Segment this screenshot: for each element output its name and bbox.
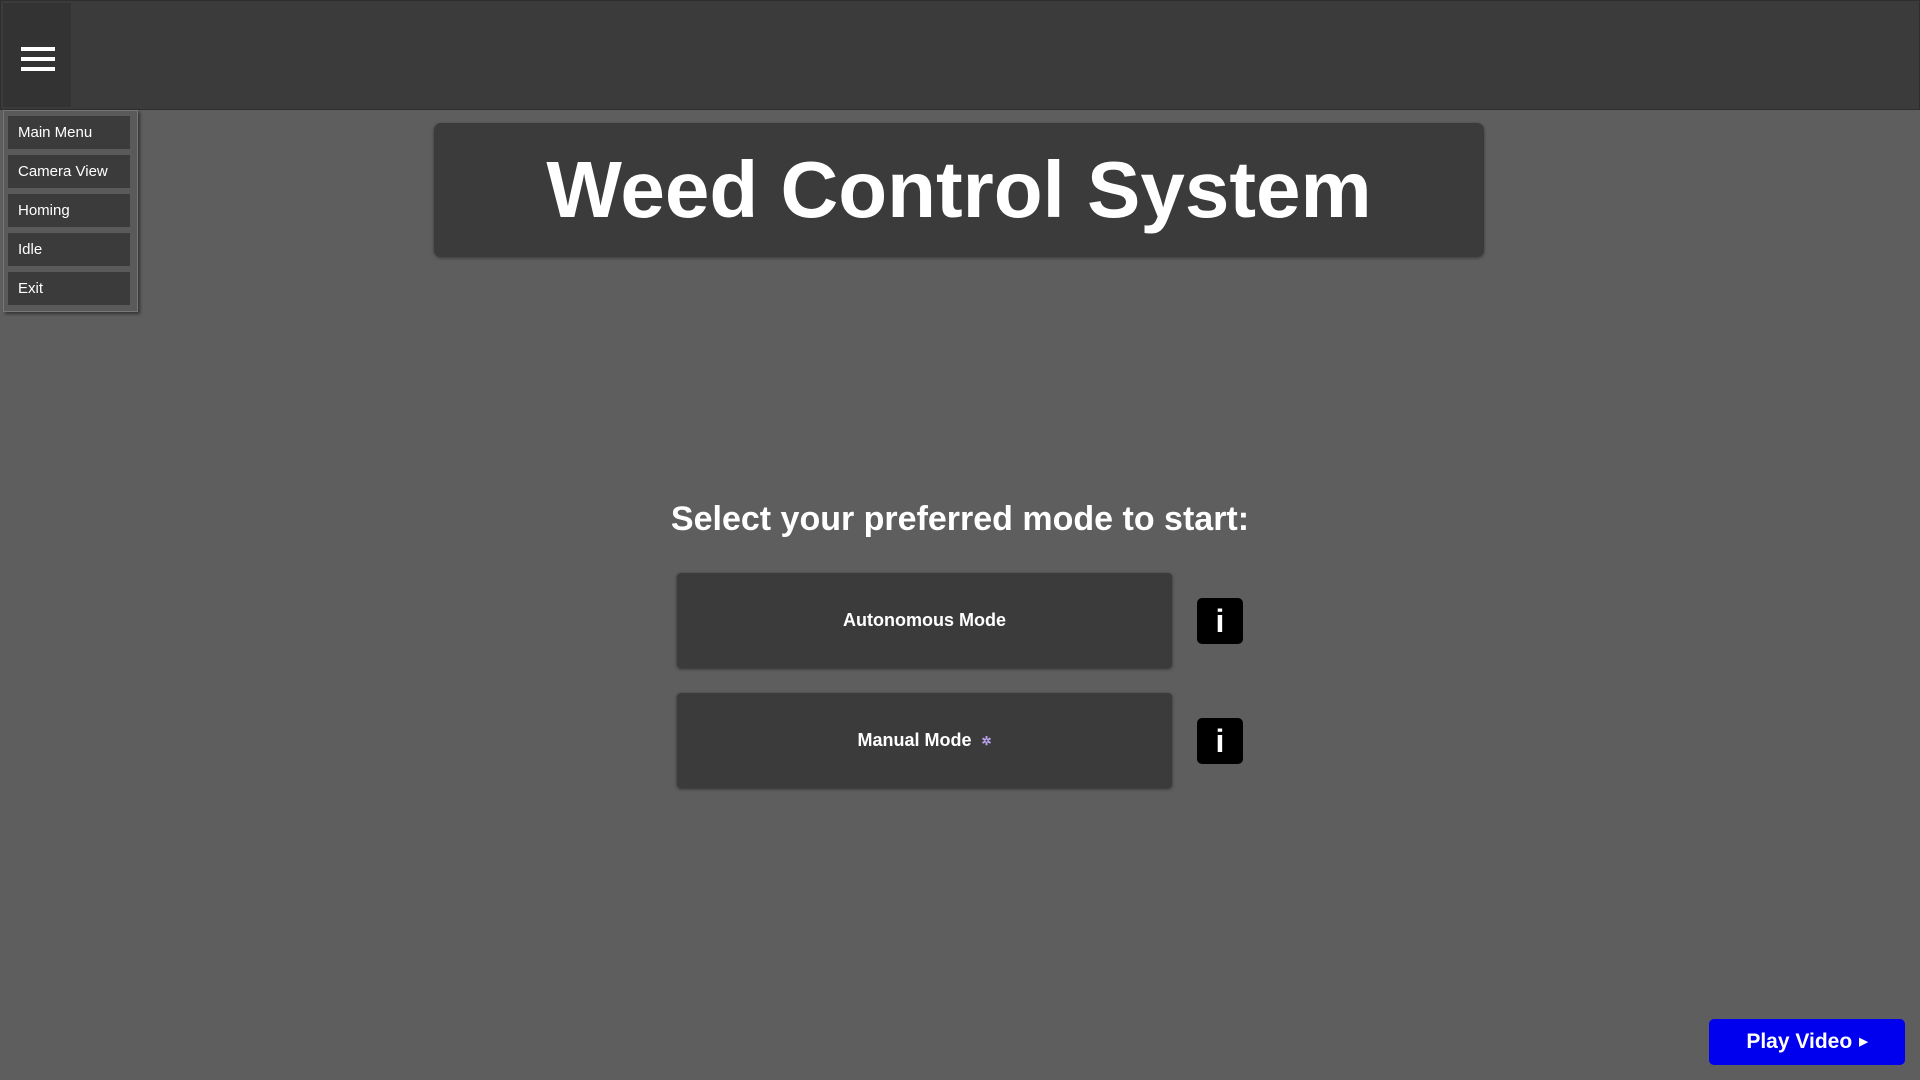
- manual-mode-label: Manual Mode: [857, 730, 972, 750]
- play-video-button[interactable]: Play Video ▶: [1709, 1019, 1905, 1065]
- menu-item-main-menu[interactable]: Main Menu: [8, 116, 130, 149]
- menu-item-camera-view[interactable]: Camera View: [8, 155, 130, 188]
- navigation-dropdown-menu: Main Menu Camera View Homing Idle Exit: [3, 110, 138, 312]
- hamburger-menu-button[interactable]: [3, 3, 71, 107]
- manual-mode-info-button[interactable]: i: [1197, 718, 1243, 764]
- menu-item-exit[interactable]: Exit: [8, 272, 130, 305]
- manual-mode-button[interactable]: Manual Mode ✲: [677, 693, 1172, 788]
- mode-prompt: Select your preferred mode to start:: [670, 500, 1250, 538]
- autonomous-mode-info-button[interactable]: i: [1197, 598, 1243, 644]
- play-video-label: Play Video: [1746, 1030, 1853, 1053]
- menu-item-idle[interactable]: Idle: [8, 233, 130, 266]
- page-title: Weed Control System: [546, 145, 1372, 234]
- autonomous-mode-button[interactable]: Autonomous Mode: [677, 573, 1172, 668]
- menu-item-homing[interactable]: Homing: [8, 194, 130, 227]
- autonomous-mode-label: Autonomous Mode: [843, 610, 1006, 630]
- title-panel: Weed Control System: [434, 123, 1484, 257]
- play-triangle-icon: ▶: [1859, 1035, 1868, 1048]
- top-bar: [0, 0, 1920, 110]
- sparkle-icon: ✲: [981, 734, 992, 749]
